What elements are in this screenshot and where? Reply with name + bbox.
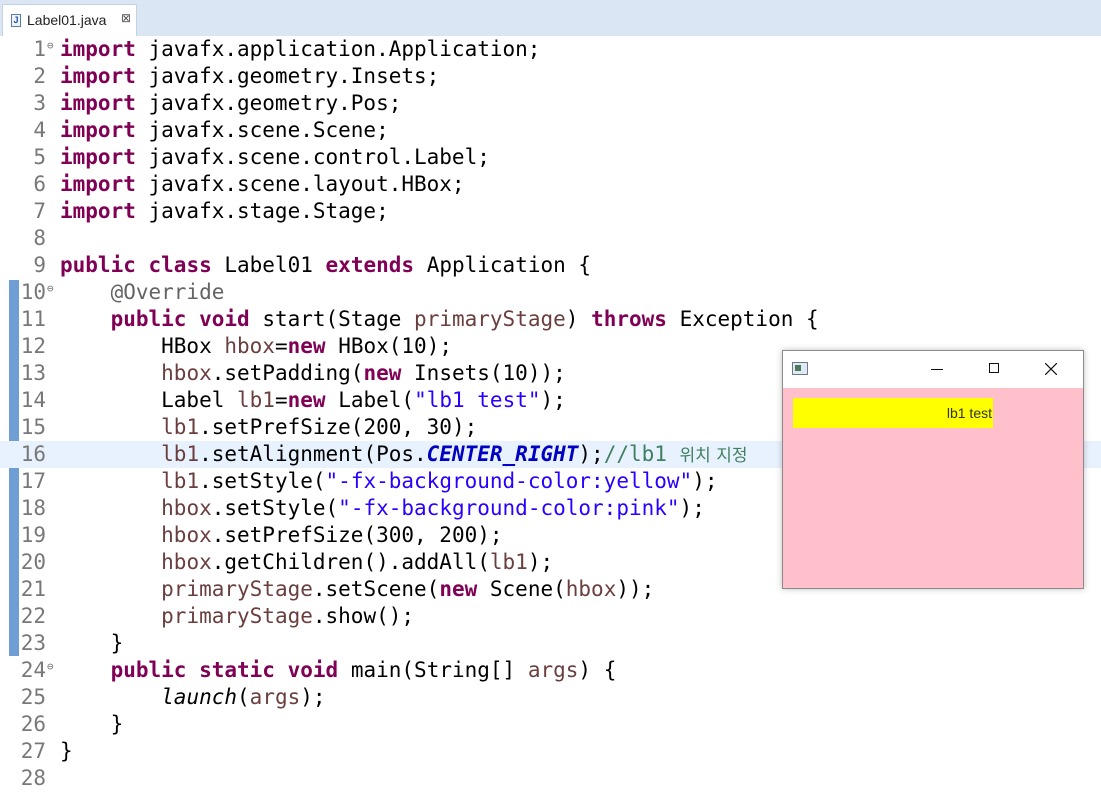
code-text: @Override [110,280,225,304]
code-text: hbox.setPrefSize(300, 200); [161,523,503,547]
maximize-icon[interactable] [971,351,1017,388]
code-text: launch(args); [161,685,326,709]
line-number: 2 [33,64,46,88]
code-line[interactable]: 5 import javafx.scene.control.Label; [0,144,1101,171]
line-number: 8 [33,226,46,250]
line-number: 10 [20,280,46,304]
code-text: import javafx.stage.Stage; [60,199,389,223]
line-number: 25 [20,685,46,709]
code-line[interactable]: 26 } [0,711,1101,738]
line-number: 11 [20,307,46,331]
code-text: import javafx.geometry.Pos; [60,91,402,115]
code-text: import javafx.scene.Scene; [60,118,389,142]
javafx-app-window: lb1 test [782,350,1084,589]
line-number: 12 [20,334,46,358]
hbox-pink-pane: lb1 test [783,388,1083,588]
app-icon [792,362,808,375]
code-line[interactable]: 7 import javafx.stage.Stage; [0,198,1101,225]
code-text: lb1.setPrefSize(200, 30); [161,415,478,439]
line-number: 22 [20,604,46,628]
code-text: import javafx.scene.control.Label; [60,145,490,169]
code-text: lb1.setAlignment(Pos.CENTER_RIGHT);//lb1… [161,442,748,466]
code-text: hbox.getChildren().addAll(lb1); [161,550,554,574]
code-text: import javafx.application.Application; [60,37,541,61]
line-number: 24 [20,658,46,682]
code-text: Label lb1=new Label("lb1 test"); [60,388,566,412]
window-title-bar[interactable] [783,351,1083,388]
code-line[interactable]: 25 launch(args); [0,684,1101,711]
code-line[interactable]: 1 ⊖ import javafx.application.Application; [0,36,1101,63]
line-number: 23 [20,631,46,655]
line-number: 26 [20,712,46,736]
line-number: 13 [20,361,46,385]
line-number: 1 [33,37,46,61]
code-text: public void start(Stage primaryStage) th… [110,307,819,331]
line-number: 18 [20,496,46,520]
code-text: hbox.setStyle("-fx-background-color:pink… [161,496,705,520]
code-line[interactable]: 23 } [0,630,1101,657]
code-text: primaryStage.setScene(new Scene(hbox)); [161,577,655,601]
tab-title: Label01.java [27,12,107,28]
line-number: 15 [20,415,46,439]
tab-label01-java[interactable]: J Label01.java ⊠ [2,4,137,36]
code-text: } [60,739,73,763]
code-line[interactable]: 3 import javafx.geometry.Pos; [0,90,1101,117]
close-icon[interactable] [1028,351,1074,388]
line-number: 6 [33,172,46,196]
line-number: 4 [33,118,46,142]
code-text: HBox hbox=new HBox(10); [60,334,452,358]
line-number: 16 [20,442,46,466]
code-text: primaryStage.show(); [161,604,415,628]
code-text: import javafx.scene.layout.HBox; [60,172,465,196]
line-number: 28 [20,766,46,790]
code-line[interactable]: 6 import javafx.scene.layout.HBox; [0,171,1101,198]
line-number: 17 [20,469,46,493]
java-file-icon: J [11,14,21,27]
line-number: 9 [33,253,46,277]
lb1-label: lb1 test [793,398,993,428]
code-line[interactable]: 27} [0,738,1101,765]
minimize-icon[interactable] [914,351,960,388]
code-text: hbox.setPadding(new Insets(10)); [161,361,566,385]
code-text: } [60,631,124,655]
line-number: 3 [33,91,46,115]
line-number: 14 [20,388,46,412]
fold-toggle-icon[interactable]: ⊖ [47,279,54,299]
code-text: lb1.setStyle("-fx-background-color:yello… [161,469,718,493]
code-line[interactable]: 4 import javafx.scene.Scene; [0,117,1101,144]
line-number: 27 [20,739,46,763]
editor-tab-bar: J Label01.java ⊠ [0,0,1101,37]
line-number: 5 [33,145,46,169]
fold-toggle-icon[interactable]: ⊖ [47,36,54,56]
code-text: public static void main(String[] args) { [110,658,617,682]
code-line[interactable]: 11 public void start(Stage primaryStage)… [0,306,1101,333]
code-line[interactable]: 24 ⊖ public static void main(String[] arg… [0,657,1101,684]
code-line[interactable]: 10 ⊖ @Override [0,279,1101,306]
line-number: 19 [20,523,46,547]
code-line[interactable]: 2 import javafx.geometry.Insets; [0,63,1101,90]
code-line[interactable]: 28 [0,765,1101,792]
code-line[interactable]: 9 public class Label01 extends Applicatio… [0,252,1101,279]
line-number: 7 [33,199,46,223]
fold-toggle-icon[interactable]: ⊖ [47,657,54,677]
code-line[interactable]: 22 primaryStage.show(); [0,603,1101,630]
code-text: import javafx.geometry.Insets; [60,64,440,88]
code-text: public class Label01 extends Application… [60,253,592,277]
line-number: 21 [20,577,46,601]
tab-close-icon[interactable]: ⊠ [121,11,131,25]
code-line[interactable]: 8 [0,225,1101,252]
line-number: 20 [20,550,46,574]
code-text: } [60,712,124,736]
